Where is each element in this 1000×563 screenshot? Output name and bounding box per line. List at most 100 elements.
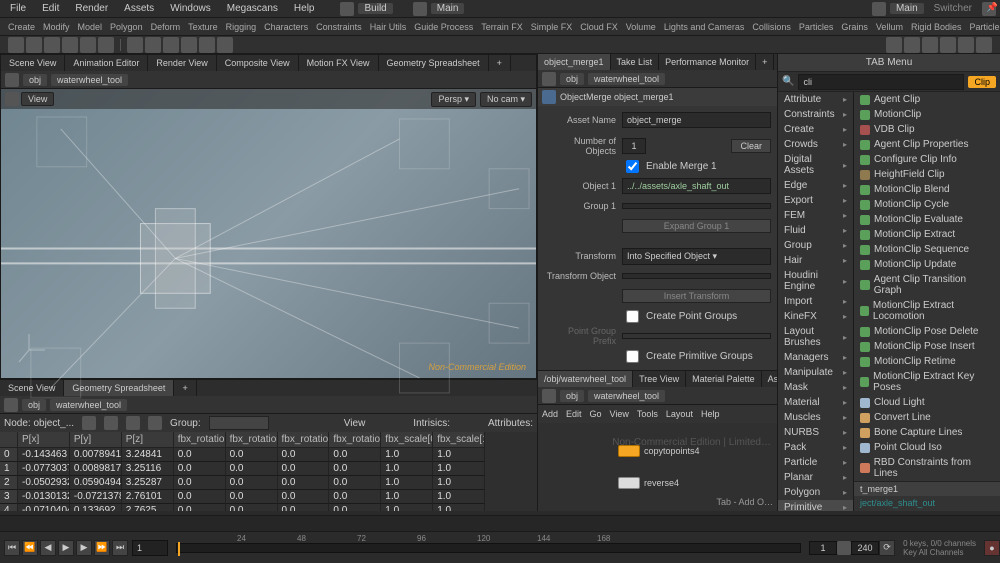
category-list[interactable]: Attribute▸Constraints▸Create▸Crowds▸Digi… [778, 92, 854, 511]
attributes-label[interactable]: Attributes: [488, 418, 533, 429]
desktop-main-right[interactable]: Main [890, 3, 924, 14]
shelf-item[interactable]: Cloud FX [576, 22, 622, 32]
menu-tools[interactable]: Tools [637, 409, 658, 419]
category-item[interactable]: Layout Brushes▸ [778, 324, 853, 350]
menu-go[interactable]: Go [590, 409, 602, 419]
category-item[interactable]: Group▸ [778, 238, 853, 253]
tab-mfx[interactable]: Motion FX View [299, 55, 379, 71]
network-node[interactable]: copytopoints4 [618, 445, 700, 457]
menu-help[interactable]: Help [288, 3, 321, 14]
shelf-item[interactable]: Modify [39, 22, 74, 32]
item-list[interactable]: Agent ClipMotionClipVDB ClipAgent Clip P… [854, 92, 1000, 511]
persp-dropdown[interactable]: Persp ▾ [431, 92, 476, 107]
tabmenu-item[interactable]: Bone Capture Lines [854, 425, 1000, 440]
menu-file[interactable]: File [4, 3, 32, 14]
column-header[interactable]: fbx_rotation_0 [278, 432, 330, 448]
shelf-item[interactable]: Grains [837, 22, 872, 32]
point-groups-checkbox[interactable] [626, 310, 639, 323]
desktop-main[interactable]: Main [431, 3, 465, 14]
column-header[interactable]: fbx_scale[0] [381, 432, 433, 448]
prim-groups-checkbox[interactable] [626, 350, 639, 363]
category-item[interactable]: Constraints▸ [778, 107, 853, 122]
tabmenu-item[interactable]: MotionClip Sequence [854, 242, 1000, 257]
shelf-icon[interactable] [904, 37, 920, 53]
tab-render-view[interactable]: Render View [148, 55, 216, 71]
crumb-obj[interactable]: obj [560, 73, 584, 85]
tabmenu-item[interactable]: MotionClip [854, 107, 1000, 122]
viewport-tabs[interactable]: Scene View Animation Editor Render View … [1, 55, 536, 71]
crumb-node[interactable]: waterwheel_tool [51, 74, 128, 86]
shelf-icon[interactable] [26, 37, 42, 53]
shelf-item[interactable]: Collisions [748, 22, 795, 32]
category-item[interactable]: Manipulate▸ [778, 365, 853, 380]
tab-treeview[interactable]: Tree View [633, 371, 686, 387]
view-label[interactable]: View [344, 418, 366, 429]
first-frame-button[interactable]: ⏮ [4, 540, 20, 556]
tab-perf[interactable]: Performance Monitor [659, 54, 756, 70]
pin-icon[interactable]: 📌 [987, 2, 998, 13]
shelf-item[interactable]: Texture [184, 22, 222, 32]
tabmenu-item[interactable]: VDB Clip [854, 122, 1000, 137]
asset-name-value[interactable]: object_merge [622, 112, 771, 128]
last-frame-button[interactable]: ⏭ [112, 540, 128, 556]
category-item[interactable]: Attribute▸ [778, 92, 853, 107]
shelf-item[interactable]: Deform [147, 22, 185, 32]
timeline[interactable]: ⏮ ⏪ ◀ ▶ ▶ ⏩ ⏭ 24487296120144168 ⟳ 0 keys… [0, 531, 1000, 563]
shelf-item[interactable]: Characters [260, 22, 312, 32]
category-item[interactable]: Managers▸ [778, 350, 853, 365]
cam-dropdown[interactable]: No cam ▾ [480, 92, 532, 107]
shelf-icon[interactable] [8, 37, 24, 53]
enable-merge-checkbox[interactable] [626, 160, 639, 173]
shelf-icon[interactable] [181, 37, 197, 53]
tabmenu-item[interactable]: MotionClip Cycle [854, 197, 1000, 212]
shelf-item[interactable]: Constraints [312, 22, 366, 32]
shelf-item[interactable]: Volume [622, 22, 660, 32]
category-item[interactable]: Primitive▸ [778, 500, 853, 511]
tab-composite[interactable]: Composite View [217, 55, 299, 71]
tabmenu-item[interactable]: MotionClip Blend [854, 182, 1000, 197]
category-item[interactable]: FEM▸ [778, 208, 853, 223]
crumb-node[interactable]: waterwheel_tool [588, 390, 665, 402]
shelf-icon[interactable] [62, 37, 78, 53]
menu-help[interactable]: Help [701, 409, 720, 419]
transform-value[interactable]: Into Specified Object ▾ [622, 248, 771, 265]
shelf-item[interactable]: Lights and Cameras [660, 22, 749, 32]
column-header[interactable]: fbx_scale[1] [433, 432, 485, 448]
back-icon[interactable] [5, 73, 19, 87]
menu-layout[interactable]: Layout [666, 409, 693, 419]
category-item[interactable]: Houdini Engine▸ [778, 268, 853, 294]
tabmenu-item[interactable]: MotionClip Update [854, 257, 1000, 272]
shelf-icon[interactable] [886, 37, 902, 53]
menu-megascans[interactable]: Megascans [221, 3, 284, 14]
table-row[interactable]: 4-0.07104040.1336922.76250.00.00.00.01.0… [0, 504, 537, 511]
expand-group-button[interactable]: Expand Group 1 [622, 219, 771, 233]
tabmenu-item[interactable]: Agent Clip Properties [854, 137, 1000, 152]
tabmenu-item[interactable]: Agent Clip Transition Graph [854, 272, 1000, 298]
network-menu[interactable]: Add Edit Go View Tools Layout Help [538, 405, 777, 423]
network-canvas[interactable]: Non-Commercial Edition | Limited… Tab - … [538, 423, 777, 511]
category-item[interactable]: Material▸ [778, 395, 853, 410]
tabmenu-item[interactable]: MotionClip Extract Key Poses [854, 369, 1000, 395]
crumb-node[interactable]: waterwheel_tool [588, 73, 665, 85]
viewport-3d[interactable]: View Persp ▾ No cam ▾ [1, 89, 536, 378]
category-item[interactable]: Polygon▸ [778, 485, 853, 500]
column-header[interactable]: fbx_rotation_2 [329, 432, 381, 448]
tabmenu-item[interactable]: Convert Line [854, 410, 1000, 425]
shelf-icon[interactable] [44, 37, 60, 53]
clear-button[interactable]: Clear [731, 139, 771, 153]
tab-take-list[interactable]: Take List [611, 54, 660, 70]
shelf-icon[interactable] [127, 37, 143, 53]
spreadsheet-grid[interactable]: P[x]P[y]P[z]fbx_rotation[…fbx_rotation[1… [0, 432, 537, 511]
shelf-item[interactable]: Rigid Bodies [907, 22, 966, 32]
table-row[interactable]: 2-0.05029320.05904943.252870.00.00.00.01… [0, 476, 537, 490]
table-row[interactable]: 1-0.07730370.008981713.251160.00.00.00.0… [0, 462, 537, 476]
group1-value[interactable] [622, 203, 771, 209]
tabmenu-item[interactable]: RBD Constraints from Lines [854, 455, 1000, 481]
shelf-icon[interactable] [217, 37, 233, 53]
shelf-icon[interactable] [163, 37, 179, 53]
shelf-icon[interactable] [922, 37, 938, 53]
prev-key-button[interactable]: ⏪ [22, 540, 38, 556]
object1-value[interactable]: ../../assets/axle_shaft_out [622, 178, 771, 194]
intrisics-label[interactable]: Intrisics: [413, 418, 450, 429]
start-frame-input[interactable] [809, 541, 837, 555]
